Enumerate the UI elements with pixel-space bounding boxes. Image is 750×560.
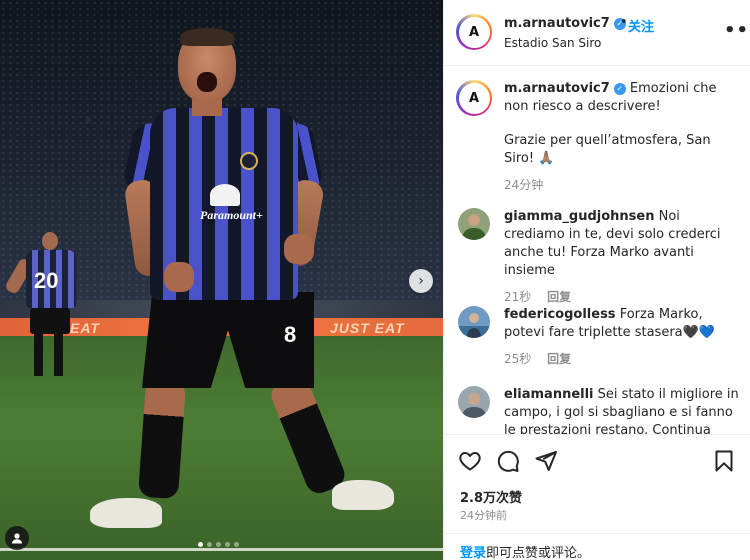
commenter-avatar[interactable] <box>458 306 490 338</box>
carousel-next-button[interactable]: › <box>409 269 433 293</box>
comment-username[interactable]: federicogolless <box>504 307 616 322</box>
like-count[interactable]: 2.8万次赞 <box>460 487 522 506</box>
author-username[interactable]: m.arnautovic7 ✓ <box>504 16 626 31</box>
carousel-dot <box>225 542 230 547</box>
reply-button[interactable]: 回复 <box>547 290 571 304</box>
player-number: 8 <box>284 322 297 347</box>
caption-body: m.arnautovic7 ✓ Emozioni che non riesco a… <box>504 80 740 194</box>
carousel-dot <box>216 542 221 547</box>
winged-a-logo: A <box>460 18 488 46</box>
carousel-dot <box>234 542 239 547</box>
carousel-indicator <box>198 542 239 547</box>
club-crest <box>240 152 258 170</box>
login-prompt: 登录即可点赞或评论。 <box>444 533 750 560</box>
winged-a-logo: A <box>460 84 488 112</box>
post-header: A m.arnautovic7 ✓ • 关注 Estadio San Siro •… <box>444 0 750 66</box>
sponsor-logo <box>210 184 240 206</box>
author-avatar[interactable]: A <box>456 14 492 50</box>
comment-time[interactable]: 21秒 <box>504 290 531 304</box>
commenter-avatar[interactable] <box>458 208 490 240</box>
carousel-dot <box>198 542 203 547</box>
author-avatar[interactable]: A <box>456 80 492 116</box>
post-sidebar: A m.arnautovic7 ✓ • 关注 Estadio San Siro •… <box>443 0 750 560</box>
pitch-line <box>0 548 443 551</box>
login-prompt-text: 即可点赞或评论。 <box>486 546 591 560</box>
reply-button[interactable]: 回复 <box>547 352 571 366</box>
comment-username[interactable]: eliamannelli <box>504 387 594 402</box>
instagram-post-view: EAT JUST EAT 20 8 Paramount+ › A m.arnau… <box>0 0 750 560</box>
caption-text-2: Grazie per quell’atmosfera, San Siro! 🙏🏽 <box>504 133 711 166</box>
verified-badge-icon: ✓ <box>613 82 626 95</box>
commenter-avatar[interactable] <box>458 386 490 418</box>
background-player-number: 20 <box>34 268 59 293</box>
comment-body: federicogolless Forza Marko, potevi fare… <box>504 306 740 368</box>
login-link[interactable]: 登录 <box>460 546 486 560</box>
comment-body: giamma_gudjohnsen Noi crediamo in te, de… <box>504 208 740 306</box>
comment-time[interactable]: 25秒 <box>504 352 531 366</box>
celebrating-player: 8 Paramount+ <box>88 28 408 540</box>
tagged-users-button[interactable] <box>5 526 29 550</box>
sponsor-text: Paramount+ <box>200 208 263 222</box>
comments-list[interactable]: A m.arnautovic7 ✓ Emozioni che non riesco… <box>444 66 750 434</box>
comment-body: eliamannelli Sei stato il migliore in ca… <box>504 386 740 434</box>
background-player: 20 <box>3 232 82 387</box>
carousel-dot <box>207 542 212 547</box>
post-actions: 2.8万次赞 24分钟前 登录即可点赞或评论。 <box>444 434 750 560</box>
post-timestamp[interactable]: 24分钟前 <box>460 507 507 523</box>
separator-dot: • <box>620 15 628 30</box>
caption-time[interactable]: 24分钟 <box>504 178 543 192</box>
post-photo[interactable]: EAT JUST EAT 20 8 Paramount+ › <box>0 0 443 560</box>
bookmark-icon[interactable] <box>712 449 736 473</box>
paper-plane-icon[interactable] <box>534 449 558 473</box>
location-link[interactable]: Estadio San Siro <box>504 36 601 50</box>
caption-username[interactable]: m.arnautovic7 <box>504 81 610 96</box>
follow-button[interactable]: 关注 <box>628 16 654 35</box>
chevron-right-icon: › <box>418 273 424 289</box>
person-icon <box>12 533 22 544</box>
comment-username[interactable]: giamma_gudjohnsen <box>504 209 654 224</box>
heart-icon[interactable] <box>458 449 482 473</box>
more-options-icon[interactable]: ••• <box>724 20 750 41</box>
comment-icon[interactable] <box>496 449 520 473</box>
